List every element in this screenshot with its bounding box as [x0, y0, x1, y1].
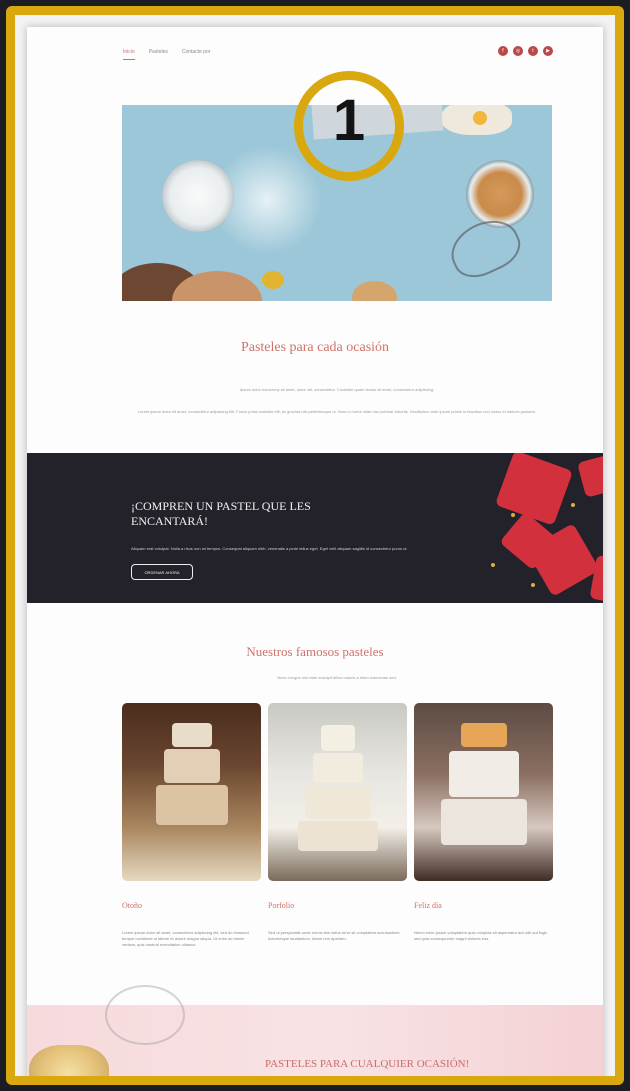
cake-tier: [448, 751, 519, 797]
step-callout-badge: 1: [294, 71, 404, 181]
sprinkle: [491, 563, 495, 567]
cake-card-title[interactable]: Otoño: [122, 901, 142, 910]
sieve-image: [105, 985, 185, 1045]
screenshot-frame: Inicio Pasteles Contacte por f ◎ t ▶ Pas…: [6, 6, 624, 1085]
cake-tier: [297, 821, 378, 851]
footer-band-title: PASTELES PARA CUALQUIER OCASIÓN!: [265, 1058, 470, 1070]
facebook-icon[interactable]: f: [498, 46, 508, 56]
cake-slice-image: [577, 453, 603, 498]
sprinkle: [511, 513, 515, 517]
step-number: 1: [332, 88, 366, 153]
cakes-title: Nuestros famosos pasteles: [246, 644, 384, 659]
twitter-icon[interactable]: t: [528, 46, 538, 56]
footer-band: PASTELES PARA CUALQUIER OCASIÓN!: [27, 985, 603, 1076]
youtube-icon[interactable]: ▶: [543, 46, 553, 56]
cake-tier: [440, 799, 527, 845]
hero-flour-sieve: [162, 160, 234, 232]
nav-link-inicio[interactable]: Inicio: [123, 49, 135, 60]
cake-card-image[interactable]: [268, 703, 407, 881]
order-now-button[interactable]: ORDENAR AHORA: [131, 564, 193, 580]
cake-tier: [171, 723, 212, 747]
nav-link-pasteles[interactable]: Pasteles: [149, 49, 168, 60]
cake-card-title[interactable]: Feliz día: [414, 901, 442, 910]
cake-tier: [163, 749, 220, 783]
banner-text: Aliquam erat volutpat. Nulla a risus non…: [131, 546, 408, 551]
cake-tier: [460, 723, 507, 747]
cake-tier: [304, 785, 371, 819]
intro-title: Pasteles para cada ocasión: [240, 340, 390, 355]
cake-card-image[interactable]: [122, 703, 261, 881]
cake-tier: [320, 725, 355, 751]
hero-honey: [262, 271, 284, 289]
nav-links: Inicio Pasteles Contacte por: [123, 49, 211, 60]
cake-tier: [312, 753, 363, 783]
biscuits-image: [29, 1045, 109, 1076]
sprinkle: [531, 583, 535, 587]
cake-card-title[interactable]: Porfolio: [268, 901, 294, 910]
sprinkle: [571, 503, 575, 507]
hero-muffin: [352, 281, 397, 301]
banner-title: ¡COMPREN UN PASTEL QUE LES ENCANTARÁ!: [131, 499, 311, 528]
social-icons: f ◎ t ▶: [498, 46, 553, 56]
cake-slice-image: [494, 453, 574, 526]
cake-card-text: Nemo enim ipsam voluptatem quia voluptas…: [414, 930, 548, 941]
intro-lead: Ipsum dolor nonummy sit amet, dolor vel,…: [239, 387, 435, 392]
cake-card-text: Lorem ipsum dolor sit amet, consectetur …: [122, 930, 249, 947]
cake-card-text: Sed ut perspiciatis unde omnis iste natu…: [268, 930, 400, 941]
top-nav: Inicio Pasteles Contacte por f ◎ t ▶: [27, 27, 603, 71]
hero-yolk: [473, 111, 487, 125]
hero-cookie-bowl: [466, 160, 534, 228]
promo-banner: ¡COMPREN UN PASTEL QUE LES ENCANTARÁ! Al…: [27, 453, 603, 603]
instagram-icon[interactable]: ◎: [513, 46, 523, 56]
intro-paragraph: Lorem ipsum dolor sit amet, consectetur …: [137, 409, 537, 414]
cake-card-image[interactable]: [414, 703, 553, 881]
nav-link-contacto[interactable]: Contacte por: [182, 49, 211, 60]
cake-tier: [155, 785, 228, 825]
cakes-lead: Nunc congue nisi vitae suscipit tellus m…: [277, 675, 397, 680]
web-page: Inicio Pasteles Contacte por f ◎ t ▶ Pas…: [27, 27, 603, 1076]
